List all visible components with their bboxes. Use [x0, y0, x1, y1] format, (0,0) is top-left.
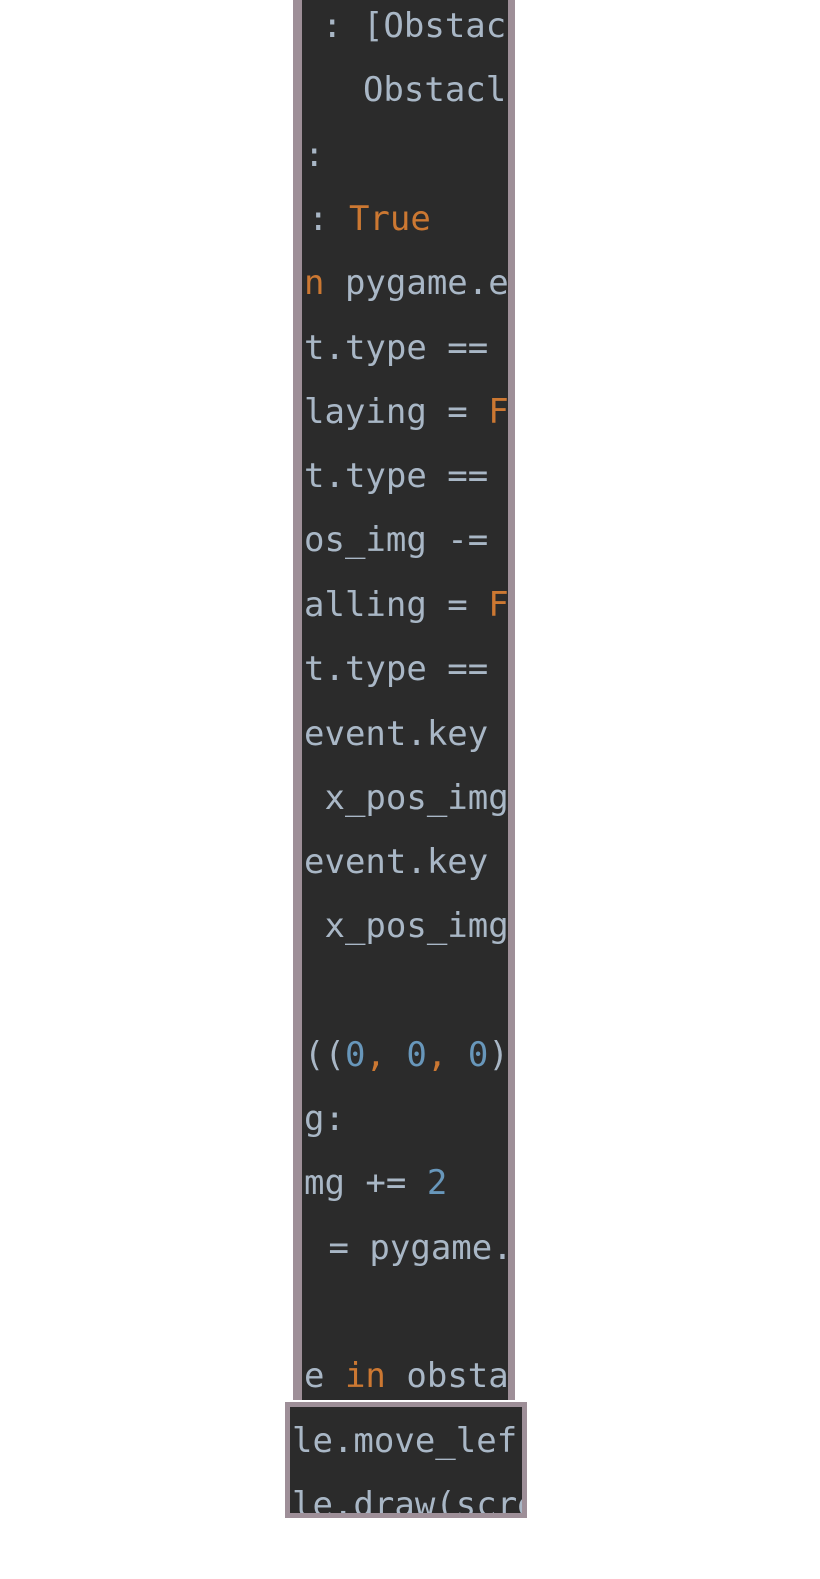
code-line-20: = pygame. — [308, 1228, 513, 1268]
code-line-4: : True — [308, 199, 431, 239]
code-line-14: event.key — [304, 842, 489, 882]
code-line-5: n pygame.e — [304, 263, 509, 303]
code-line-1: : [Obstacle — [322, 6, 508, 46]
code-line-12: event.key — [304, 714, 489, 754]
code-line-19: mg += 2 — [304, 1163, 448, 1203]
code-line-9: os_img -= — [304, 520, 489, 560]
code-line-23: le.move_lef — [292, 1421, 518, 1461]
code-line-18: g: — [304, 1099, 345, 1139]
code-editor-pane[interactable]: : [Obstacle Obstacle : : True n pygame.e… — [293, 0, 515, 1400]
code-line-24: le.draw(scre — [292, 1485, 527, 1518]
code-line-8: t.type == — [304, 456, 489, 496]
code-line-2: Obstacle — [322, 70, 515, 110]
code-line-7: laying = F — [304, 392, 509, 432]
code-line-17: ((0, 0, 0) — [304, 1035, 509, 1075]
code-line-10: alling = F — [304, 585, 509, 625]
code-line-11: t.type == — [304, 649, 489, 689]
code-line-15: x_pos_img — [304, 906, 509, 946]
code-editor-pane-lower[interactable]: le.move_lef le.draw(scre — [285, 1402, 527, 1518]
code-line-13: x_pos_img — [304, 778, 509, 818]
code-line-6: t.type == — [304, 328, 489, 368]
code-line-3: : — [304, 135, 325, 175]
code-line-22: e in obsta — [304, 1356, 509, 1396]
